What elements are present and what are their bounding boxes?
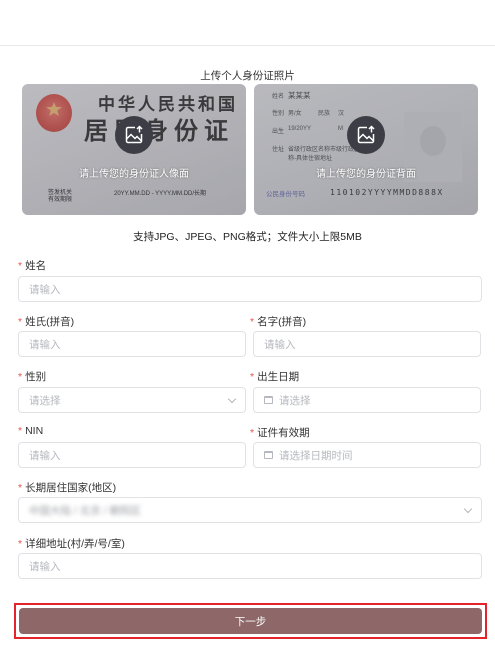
birth-date-placeholder: 请选择: [279, 394, 311, 407]
next-button-highlight: 下一步: [14, 603, 487, 639]
given-name-pinyin-placeholder: 请输入: [264, 338, 296, 351]
required-mark: *: [18, 371, 23, 383]
surname-pinyin-input[interactable]: 请输入: [18, 331, 246, 357]
id-front-upload-prompt: 请上传您的身份证人像面: [79, 169, 189, 180]
id-validity-placeholder: 请选择日期时间: [279, 449, 353, 462]
required-mark: *: [250, 316, 255, 328]
chevron-down-icon: [227, 394, 237, 404]
image-upload-icon[interactable]: [115, 116, 153, 154]
image-upload-icon[interactable]: [347, 116, 385, 154]
id-front-upload[interactable]: 中华人民共和国 居民身份证 签发机关 有效期限 20YY.MM.DD - YYY…: [22, 84, 246, 215]
address-placeholder: 请输入: [29, 560, 61, 573]
id-back-upload[interactable]: 姓名 某某某 性别 男/女 民族 汉 出生 19/20YY M 住址 省级行政区…: [254, 84, 478, 215]
upload-format-note: 支持JPG、JPEG、PNG格式；文件大小上限5MB: [133, 231, 362, 243]
next-button[interactable]: 下一步: [19, 608, 482, 634]
top-bar: [0, 0, 495, 46]
address-input[interactable]: 请输入: [18, 553, 482, 579]
required-mark: *: [18, 482, 23, 494]
address-label: * 详细地址(村/弄/号/室): [18, 538, 125, 550]
required-mark: *: [250, 427, 255, 439]
calendar-icon: [264, 396, 273, 404]
given-name-pinyin-input[interactable]: 请输入: [253, 331, 481, 357]
gender-select[interactable]: 请选择: [18, 387, 246, 413]
id-back-upload-prompt: 请上传您的身份证背面: [316, 169, 416, 180]
nin-placeholder: 请输入: [29, 449, 61, 462]
calendar-icon: [264, 451, 273, 459]
name-input[interactable]: 请输入: [18, 276, 482, 302]
residence-country-value: 中国大陆 / 北京 / 朝阳区: [29, 504, 142, 517]
birth-date-picker[interactable]: 请选择: [253, 387, 481, 413]
surname-pinyin-placeholder: 请输入: [29, 338, 61, 351]
residence-country-select[interactable]: 中国大陆 / 北京 / 朝阳区: [18, 497, 482, 523]
required-mark: *: [18, 538, 23, 550]
name-label: * 姓名: [18, 260, 47, 272]
residence-country-label: * 长期居住国家(地区): [18, 482, 117, 494]
surname-pinyin-label: * 姓氏(拼音): [18, 316, 75, 328]
upload-section-title: 上传个人身份证照片: [200, 70, 295, 82]
name-placeholder: 请输入: [29, 283, 61, 296]
gender-label: * 性别: [18, 371, 47, 383]
birth-date-label: * 出生日期: [250, 371, 300, 383]
id-validity-picker[interactable]: 请选择日期时间: [253, 442, 481, 468]
nin-input[interactable]: 请输入: [18, 442, 246, 468]
required-mark: *: [18, 316, 23, 328]
chevron-down-icon: [463, 504, 473, 514]
given-name-pinyin-label: * 名字(拼音): [250, 316, 307, 328]
nin-label: * NIN: [18, 425, 44, 437]
required-mark: *: [18, 260, 23, 272]
required-mark: *: [250, 371, 255, 383]
required-mark: *: [18, 425, 23, 437]
gender-placeholder: 请选择: [29, 394, 61, 407]
id-validity-label: * 证件有效期: [250, 427, 310, 439]
